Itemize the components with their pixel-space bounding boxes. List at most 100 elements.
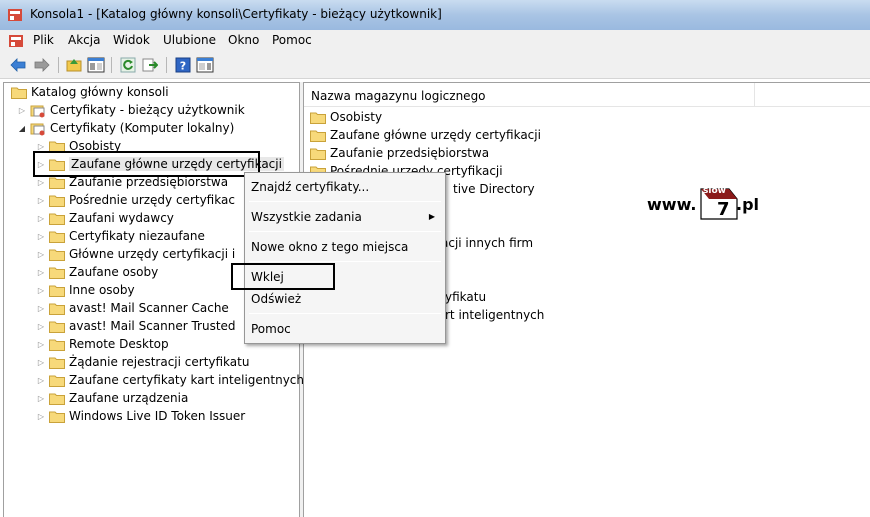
- list-item[interactable]: tive Directory: [453, 180, 535, 198]
- folder-icon: [49, 392, 65, 405]
- tree-label: Zaufane certyfikaty kart inteligentnych: [69, 373, 305, 387]
- tree-node-remote-desktop[interactable]: ▷ Remote Desktop: [36, 335, 169, 353]
- context-menu-find-certificates[interactable]: Znajdź certyfikaty...: [251, 180, 369, 194]
- context-menu-new-window[interactable]: Nowe okno z tego miejsca: [251, 240, 408, 254]
- folder-icon: [49, 176, 65, 189]
- window-title: Konsola1 - [Katalog główny konsoli\Certy…: [30, 7, 442, 21]
- context-menu-separator: [249, 201, 441, 202]
- folder-icon: [310, 147, 326, 160]
- list-item-label: Osobisty: [330, 110, 383, 124]
- expand-arrow-icon[interactable]: ▷: [36, 358, 46, 367]
- folder-icon: [49, 194, 65, 207]
- tree-label: Żądanie rejestracji certyfikatu: [69, 355, 250, 369]
- expand-arrow-icon[interactable]: ▷: [36, 340, 46, 349]
- menu-okno[interactable]: Okno: [228, 33, 259, 47]
- tree-node-zadanie-rejestracji[interactable]: ▷ Żądanie rejestracji certyfikatu: [36, 353, 250, 371]
- context-menu-help[interactable]: Pomoc: [251, 322, 291, 336]
- menu-akcja[interactable]: Akcja: [68, 33, 100, 47]
- tree-label: avast! Mail Scanner Trusted: [69, 319, 236, 333]
- folder-icon: [11, 86, 27, 99]
- up-folder-icon[interactable]: [64, 55, 84, 75]
- expand-arrow-icon[interactable]: ▷: [36, 232, 46, 241]
- list-item-label: Zaufanie przedsiębiorstwa: [330, 146, 490, 160]
- collapse-arrow-icon[interactable]: ◢: [17, 124, 27, 133]
- context-menu-all-tasks[interactable]: Wszystkie zadania: [251, 210, 362, 224]
- expand-arrow-icon[interactable]: ▷: [36, 250, 46, 259]
- tree-label: Remote Desktop: [69, 337, 169, 351]
- folder-icon: [310, 129, 326, 142]
- expand-arrow-icon[interactable]: ▷: [36, 178, 46, 187]
- tree-node-glowne-innych[interactable]: ▷ Główne urzędy certyfikacji i: [36, 245, 235, 263]
- expand-arrow-icon[interactable]: ▷: [36, 268, 46, 277]
- tree-node-zaufane-osoby[interactable]: ▷ Zaufane osoby: [36, 263, 158, 281]
- expand-arrow-icon[interactable]: ▷: [36, 322, 46, 331]
- folder-icon: [49, 230, 65, 243]
- list-item[interactable]: acji innych firm: [441, 234, 533, 252]
- context-menu: Znajdź certyfikaty... Wszystkie zadania …: [244, 172, 446, 344]
- tree-label: Certyfikaty - bieżący użytkownik: [50, 103, 245, 117]
- list-item[interactable]: Osobisty: [310, 108, 382, 126]
- tree-node-avast-cache[interactable]: ▷ avast! Mail Scanner Cache: [36, 299, 229, 317]
- expand-arrow-icon[interactable]: ▷: [36, 412, 46, 421]
- tree-node-posrednie[interactable]: ▷ Pośrednie urzędy certyfikac: [36, 191, 235, 209]
- column-header-label: Nazwa magazynu logicznego: [311, 89, 486, 103]
- tree-node-zaufani-wydawcy[interactable]: ▷ Zaufani wydawcy: [36, 209, 174, 227]
- folder-icon: [49, 212, 65, 225]
- tree-root[interactable]: Katalog główny konsoli: [11, 83, 169, 101]
- show-hide-tree-icon[interactable]: [86, 55, 106, 75]
- column-header[interactable]: Nazwa magazynu logicznego: [304, 83, 870, 107]
- tree-label: Certyfikaty (Komputer lokalny): [50, 121, 235, 135]
- list-item-label: acji innych firm: [441, 236, 534, 250]
- column-separator[interactable]: [754, 83, 755, 107]
- show-hide-action-pane-icon[interactable]: [195, 55, 215, 75]
- paste-highlight-box: [231, 263, 335, 290]
- folder-icon: [49, 356, 65, 369]
- menu-pomoc[interactable]: Pomoc: [272, 33, 312, 47]
- tree-node-certs-user[interactable]: ▷ Certyfikaty - bieżący użytkownik: [17, 101, 245, 119]
- folder-icon: [49, 410, 65, 423]
- menu-plik[interactable]: Plik: [33, 33, 54, 47]
- back-icon[interactable]: [8, 55, 28, 75]
- menu-widok[interactable]: Widok: [113, 33, 150, 47]
- folder-icon: [49, 248, 65, 261]
- tree-node-zaufane-urzadzenia[interactable]: ▷ Zaufane urządzenia: [36, 389, 188, 407]
- selected-node-highlight-box: [33, 151, 260, 177]
- refresh-icon[interactable]: [118, 55, 138, 75]
- tree-node-niezaufane[interactable]: ▷ Certyfikaty niezaufane: [36, 227, 205, 245]
- list-item[interactable]: Zaufanie przedsiębiorstwa: [310, 144, 489, 162]
- mmc-app-icon[interactable]: [7, 7, 23, 23]
- tree-label: Inne osoby: [69, 283, 135, 297]
- tree-label: Windows Live ID Token Issuer: [69, 409, 246, 423]
- tree-node-certs-local[interactable]: ◢ Certyfikaty (Komputer lokalny): [17, 119, 234, 137]
- expand-arrow-icon[interactable]: ▷: [36, 286, 46, 295]
- tree-label: avast! Mail Scanner Cache: [69, 301, 229, 315]
- tree-label: Zaufani wydawcy: [69, 211, 174, 225]
- context-menu-refresh[interactable]: Odśwież: [251, 292, 301, 306]
- tree-label: Certyfikaty niezaufane: [69, 229, 205, 243]
- folder-icon: [49, 284, 65, 297]
- menu-bar: Plik Akcja Widok Ulubione Okno Pomoc: [0, 30, 870, 52]
- system-menu-icon[interactable]: [8, 33, 24, 49]
- help-icon[interactable]: ?: [173, 55, 193, 75]
- certificates-icon: [30, 104, 46, 117]
- tree-node-karty-inteligentne[interactable]: ▷ Zaufane certyfikaty kart inteligentnyc…: [36, 371, 304, 389]
- tree-node-windows-live-id[interactable]: ▷ Windows Live ID Token Issuer: [36, 407, 245, 425]
- expand-arrow-icon[interactable]: ▷: [36, 304, 46, 313]
- list-item[interactable]: rt inteligentnych: [445, 306, 544, 324]
- forward-icon[interactable]: [32, 55, 52, 75]
- expand-arrow-icon[interactable]: ▷: [36, 394, 46, 403]
- tree-node-avast-trusted[interactable]: ▷ avast! Mail Scanner Trusted: [36, 317, 236, 335]
- svg-text:?: ?: [180, 60, 186, 73]
- export-icon[interactable]: [140, 55, 160, 75]
- list-item[interactable]: yfikatu: [445, 288, 486, 306]
- tree-node-inne-osoby[interactable]: ▷ Inne osoby: [36, 281, 135, 299]
- menu-ulubione[interactable]: Ulubione: [163, 33, 216, 47]
- expand-arrow-icon[interactable]: ▷: [36, 142, 46, 151]
- watermark-box-top: slow: [703, 186, 726, 196]
- expand-arrow-icon[interactable]: ▷: [36, 214, 46, 223]
- list-item[interactable]: Zaufane główne urzędy certyfikacji: [310, 126, 541, 144]
- expand-arrow-icon[interactable]: ▷: [17, 106, 27, 115]
- expand-arrow-icon[interactable]: ▷: [36, 196, 46, 205]
- folder-icon: [49, 302, 65, 315]
- expand-arrow-icon[interactable]: ▷: [36, 376, 46, 385]
